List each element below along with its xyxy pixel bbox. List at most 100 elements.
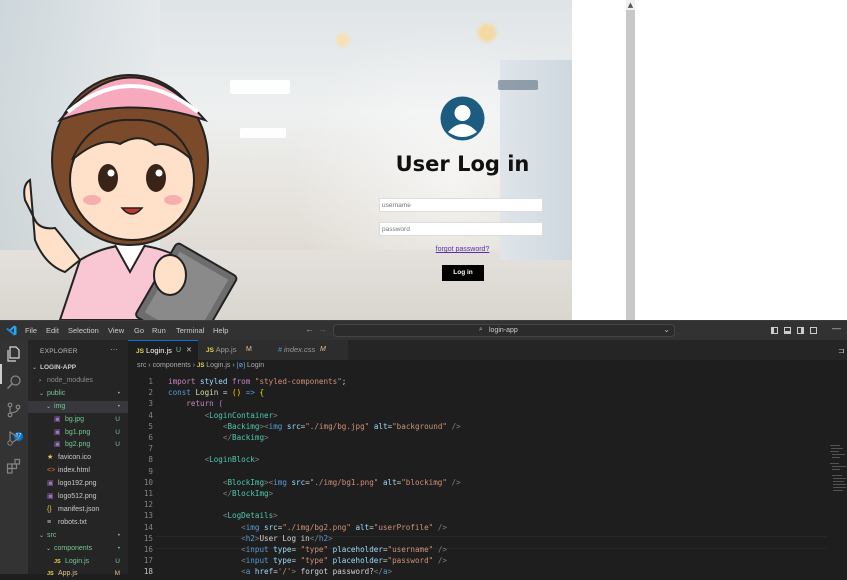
tree-item[interactable]: ≡ robots.txt xyxy=(28,517,128,529)
breadcrumb-file[interactable]: Login.js xyxy=(206,362,230,369)
menu-run[interactable]: Run xyxy=(152,326,166,335)
files-icon[interactable] xyxy=(6,346,22,362)
run-debug-icon[interactable] xyxy=(6,430,22,446)
code-editor[interactable]: 1 import styled from "styled-components";… xyxy=(128,375,847,576)
chevron-right-icon[interactable]: › xyxy=(39,375,41,387)
code-line[interactable]: <img src="./img/bg2.png" alt="userProfil… xyxy=(168,523,447,532)
split-editor-icon[interactable]: ⊐ xyxy=(838,346,845,355)
username-input[interactable] xyxy=(379,198,543,212)
forgot-password-link[interactable]: forgot password? xyxy=(380,246,545,253)
code-line[interactable]: return ( xyxy=(168,399,223,408)
activity-bar: 17 xyxy=(0,340,28,574)
chevron-down-icon[interactable]: ⌄ xyxy=(46,401,51,413)
tree-item[interactable]: › node_modules xyxy=(28,375,128,387)
menu-edit[interactable]: Edit xyxy=(46,326,59,335)
breadcrumb-separator: › xyxy=(192,362,196,369)
minimize-icon[interactable]: — xyxy=(832,323,841,333)
tree-item[interactable]: ⌄ components • xyxy=(28,543,128,555)
tree-item-label: logo192.png xyxy=(58,480,97,488)
more-actions-icon[interactable]: ··· xyxy=(110,345,118,354)
code-line[interactable]: <input type= "type" placeholder="usernam… xyxy=(168,545,447,554)
line-number: 3 xyxy=(148,399,153,409)
code-line[interactable]: <LogDetails> xyxy=(168,511,278,520)
tree-item-label: node_modules xyxy=(47,376,93,384)
command-center[interactable]: ⌕ login-app ⌄ xyxy=(333,324,675,337)
code-line[interactable]: <input type= "type" placeholder="passwor… xyxy=(168,556,447,565)
js-file-icon: JS xyxy=(206,347,214,354)
chevron-down-icon[interactable]: ⌄ xyxy=(39,388,44,400)
code-line[interactable]: <h2>User Log in</h2> xyxy=(168,534,333,543)
tree-item[interactable]: ▣ bg.jpg U xyxy=(28,414,128,426)
tree-item[interactable]: ▣ bg2.png U xyxy=(28,439,128,451)
toggle-secondary-sidebar-icon[interactable] xyxy=(797,327,804,334)
menu-go[interactable]: Go xyxy=(134,326,144,335)
close-icon[interactable]: ✕ xyxy=(186,341,192,361)
tree-item[interactable]: <> index.html xyxy=(28,465,128,477)
customize-layout-icon[interactable] xyxy=(810,327,817,334)
tree-item[interactable]: ⌄ LOGIN-APP xyxy=(28,362,128,374)
tab-app-js[interactable]: JS App.js M xyxy=(198,340,270,360)
tree-item[interactable]: ▣ bg1.png U xyxy=(28,427,128,439)
toggle-panel-icon[interactable] xyxy=(784,327,791,334)
tree-item[interactable]: ⌄ public • xyxy=(28,388,128,400)
code-line[interactable]: </BlockImg> xyxy=(168,489,273,498)
source-control-icon[interactable] xyxy=(6,402,22,418)
tab-login-js[interactable]: JS Login.js U ✕ xyxy=(128,340,198,360)
chevron-down-icon[interactable]: ⌄ xyxy=(663,325,670,334)
file-type-icon: ▣ xyxy=(54,428,61,436)
chevron-down-icon[interactable]: ⌄ xyxy=(32,362,37,374)
tree-item[interactable]: ▣ logo192.png xyxy=(28,478,128,490)
back-arrow-icon[interactable]: ← xyxy=(305,324,314,334)
git-status-badge: U xyxy=(115,557,120,565)
tab-bar: JS Login.js U ✕ JS App.js M # index.css … xyxy=(128,340,847,360)
code-line[interactable]: <LoginContainer> xyxy=(168,411,278,420)
tree-item-label: src xyxy=(47,531,57,539)
code-line[interactable]: import styled from "styled-components"; xyxy=(168,377,346,386)
menu-help[interactable]: Help xyxy=(213,326,228,335)
file-type-icon: ≡ xyxy=(47,518,52,526)
password-input[interactable] xyxy=(379,222,543,236)
tree-item[interactable]: ▣ logo512.png xyxy=(28,491,128,503)
toggle-primary-sidebar-icon[interactable] xyxy=(771,327,778,334)
chevron-down-icon[interactable]: ⌄ xyxy=(39,530,44,542)
menu-file[interactable]: File xyxy=(25,326,37,335)
login-button[interactable]: Log in xyxy=(442,265,484,281)
code-line[interactable]: <BlockImg><img src="./img/bg1.png" alt="… xyxy=(168,478,461,487)
tree-item[interactable]: ⌄ src • xyxy=(28,530,128,542)
line-number: 13 xyxy=(143,511,153,521)
tab-index-css[interactable]: # index.css M xyxy=(270,340,348,360)
code-line[interactable]: <Backimg><img src="./img/bg.jpg" alt="ba… xyxy=(168,422,461,431)
git-status-badge: • xyxy=(117,389,120,397)
line-number: 7 xyxy=(148,444,153,454)
tree-item[interactable]: JS App.js M xyxy=(28,568,128,580)
code-line[interactable]: <LoginBlock> xyxy=(168,455,260,464)
line-number: 9 xyxy=(148,466,153,476)
menu-selection[interactable]: Selection xyxy=(68,326,99,335)
tree-item-label: logo512.png xyxy=(58,493,97,500)
forward-arrow-icon[interactable]: → xyxy=(318,324,327,334)
breadcrumb-symbol[interactable]: Login xyxy=(247,362,264,369)
menu-view[interactable]: View xyxy=(108,326,124,335)
menu-terminal[interactable]: Terminal xyxy=(176,326,204,335)
tree-item-label: Login.js xyxy=(65,557,90,565)
symbol-variable-icon: [⊘] xyxy=(236,363,246,369)
code-line[interactable]: </Backimg> xyxy=(168,433,269,442)
chevron-down-icon[interactable]: ⌄ xyxy=(46,543,51,555)
tree-item[interactable]: {} manifest.json xyxy=(28,504,128,516)
tree-item[interactable]: JS Login.js U xyxy=(28,556,128,568)
search-icon[interactable] xyxy=(6,374,22,390)
user-profile-icon xyxy=(440,96,485,141)
app-preview: ▲ User Log in forgot password? Log in xyxy=(0,0,847,320)
tree-item[interactable]: ★ favicon.ico xyxy=(28,452,128,464)
scroll-up-arrow-icon[interactable]: ▲ xyxy=(626,0,635,10)
line-number: 16 xyxy=(143,545,153,554)
code-line[interactable]: <a href='/'> forgot password?</a> xyxy=(168,567,392,576)
breadcrumb-src[interactable]: src xyxy=(137,362,146,369)
line-number: 1 xyxy=(148,377,153,386)
extensions-icon[interactable] xyxy=(6,458,22,474)
code-line[interactable]: const Login = () => { xyxy=(168,388,264,397)
browser-scrollbar[interactable] xyxy=(626,0,635,320)
minimap[interactable] xyxy=(828,375,847,515)
breadcrumb-components[interactable]: components xyxy=(153,362,191,369)
tree-item[interactable]: ⌄ img • xyxy=(28,400,128,413)
